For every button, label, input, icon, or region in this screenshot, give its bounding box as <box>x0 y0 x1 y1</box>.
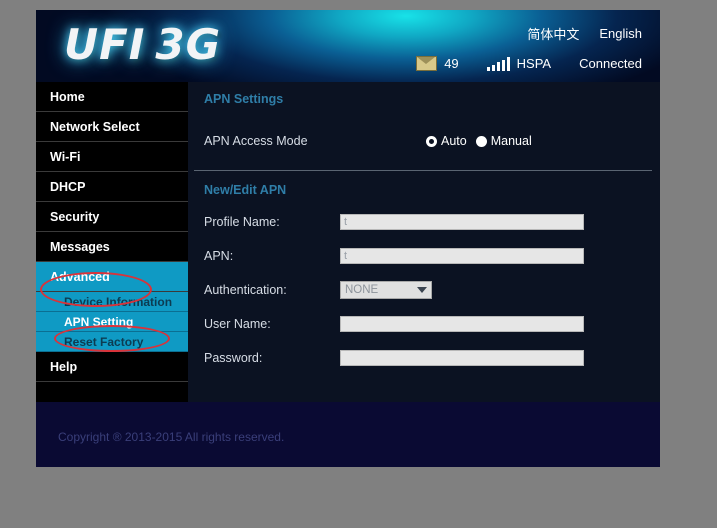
sidebar-subitem-device-information[interactable]: Device Information <box>36 292 188 312</box>
authentication-selected-value: NONE <box>345 284 379 296</box>
language-switcher: 简体中文 English <box>527 24 642 43</box>
page-footer: Copyright ® 2013-2015 All rights reserve… <box>36 402 660 467</box>
lang-english-link[interactable]: English <box>599 26 642 41</box>
message-count: 49 <box>444 56 459 71</box>
radio-auto-icon[interactable] <box>426 135 437 147</box>
radio-option-manual[interactable]: Manual <box>475 134 532 148</box>
apn-label: APN: <box>204 249 234 263</box>
message-status: 49 <box>416 56 459 71</box>
apn-row: APN: t <box>188 239 660 273</box>
apn-access-mode-label: APN Access Mode <box>204 134 308 148</box>
lang-chinese-link[interactable]: 简体中文 <box>527 24 579 43</box>
profile-name-row: Profile Name: t <box>188 205 660 239</box>
sidebar-item-wifi[interactable]: Wi-Fi <box>36 142 188 172</box>
sidebar-item-home[interactable]: Home <box>36 82 188 112</box>
user-name-row: User Name: <box>188 307 660 341</box>
sidebar-item-network-select[interactable]: Network Select <box>36 112 188 142</box>
sidebar-item-dhcp[interactable]: DHCP <box>36 172 188 202</box>
profile-name-input[interactable]: t <box>340 214 584 230</box>
sidebar-item-advanced[interactable]: Advanced <box>36 262 188 292</box>
user-name-label: User Name: <box>204 317 271 331</box>
apn-access-mode-row: APN Access Mode Auto Manual <box>188 124 660 158</box>
signal-status: HSPA <box>486 56 552 71</box>
brand-logo: UFI 3G <box>64 20 221 69</box>
user-name-input[interactable] <box>340 316 584 332</box>
chevron-down-icon <box>417 287 427 293</box>
new-edit-apn-title: New/Edit APN <box>204 183 287 197</box>
logo-secondary-text: 3G <box>155 20 222 69</box>
radio-auto-label: Auto <box>441 134 467 148</box>
authentication-label: Authentication: <box>204 283 287 297</box>
connection-state-label: Connected <box>579 56 642 71</box>
sidebar-item-security[interactable]: Security <box>36 202 188 232</box>
router-admin-page: UFI 3G 简体中文 English 49 HSPA Connected Hom… <box>36 10 660 467</box>
profile-name-label: Profile Name: <box>204 215 280 229</box>
sidebar-subitem-reset-factory[interactable]: Reset Factory <box>36 332 188 352</box>
apn-settings-title: APN Settings <box>204 92 284 106</box>
status-bar: 49 HSPA Connected <box>416 56 642 71</box>
password-input[interactable] <box>340 350 584 366</box>
content-panel: APN Settings APN Access Mode Auto Manual… <box>188 82 660 402</box>
sidebar-item-help[interactable]: Help <box>36 352 188 382</box>
copyright-text: Copyright ® 2013-2015 All rights reserve… <box>58 430 285 444</box>
sidebar-item-messages[interactable]: Messages <box>36 232 188 262</box>
apn-input[interactable]: t <box>340 248 584 264</box>
sidebar-subitem-apn-setting[interactable]: APN Setting <box>36 312 188 332</box>
sidebar-nav: Home Network Select Wi-Fi DHCP Security … <box>36 82 188 402</box>
password-label: Password: <box>204 351 263 365</box>
apn-access-mode-radio-group: Auto Manual <box>426 134 532 148</box>
page-body: Home Network Select Wi-Fi DHCP Security … <box>36 82 660 402</box>
page-header: UFI 3G 简体中文 English 49 HSPA Connected <box>36 10 660 82</box>
authentication-select[interactable]: NONE <box>340 281 432 299</box>
radio-option-auto[interactable]: Auto <box>426 134 467 148</box>
authentication-row: Authentication: NONE <box>188 273 660 307</box>
password-row: Password: <box>188 341 660 375</box>
radio-manual-label: Manual <box>490 134 532 148</box>
network-type-label: HSPA <box>516 56 552 71</box>
signal-bars-icon <box>486 56 510 71</box>
logo-primary-text: UFI <box>64 20 146 69</box>
radio-manual-icon[interactable] <box>475 135 487 147</box>
envelope-icon <box>416 56 438 71</box>
